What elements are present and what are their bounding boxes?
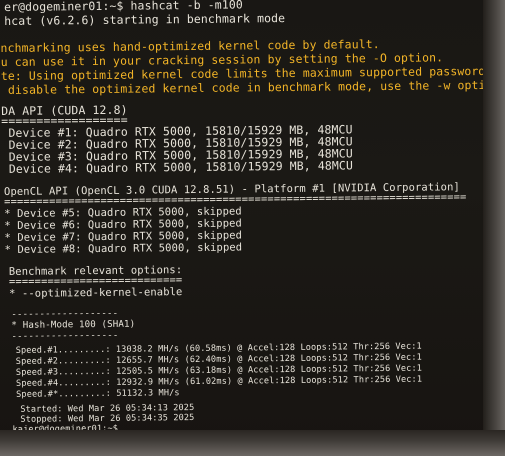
- optimized-kernel-option: * --optimized-kernel-enable: [9, 286, 183, 300]
- warning-line-4: disable the optimized kernel code in ben…: [0, 77, 505, 97]
- hash-mode-rule-bottom: -------------------: [11, 329, 119, 342]
- speed-total: Speed.#*.........: 51132.3 MH/s: [16, 388, 180, 400]
- terminal-screen: er@dogeminer01:~$ hashcat -b -m100 hcat …: [0, 0, 505, 435]
- monitor-bezel-bottom: [0, 430, 505, 456]
- monitor-bezel-right: [483, 0, 505, 456]
- opencl-device-8: * Device #8: Quadro RTX 5000, skipped: [4, 241, 243, 256]
- cuda-device-4: Device #4: Quadro RTX 5000, 15810/15929 …: [1, 158, 354, 176]
- hashcat-version-line: hcat (v6.2.6) starting in benchmark mode: [4, 11, 286, 28]
- photo-of-monitor: er@dogeminer01:~$ hashcat -b -m100 hcat …: [0, 0, 505, 456]
